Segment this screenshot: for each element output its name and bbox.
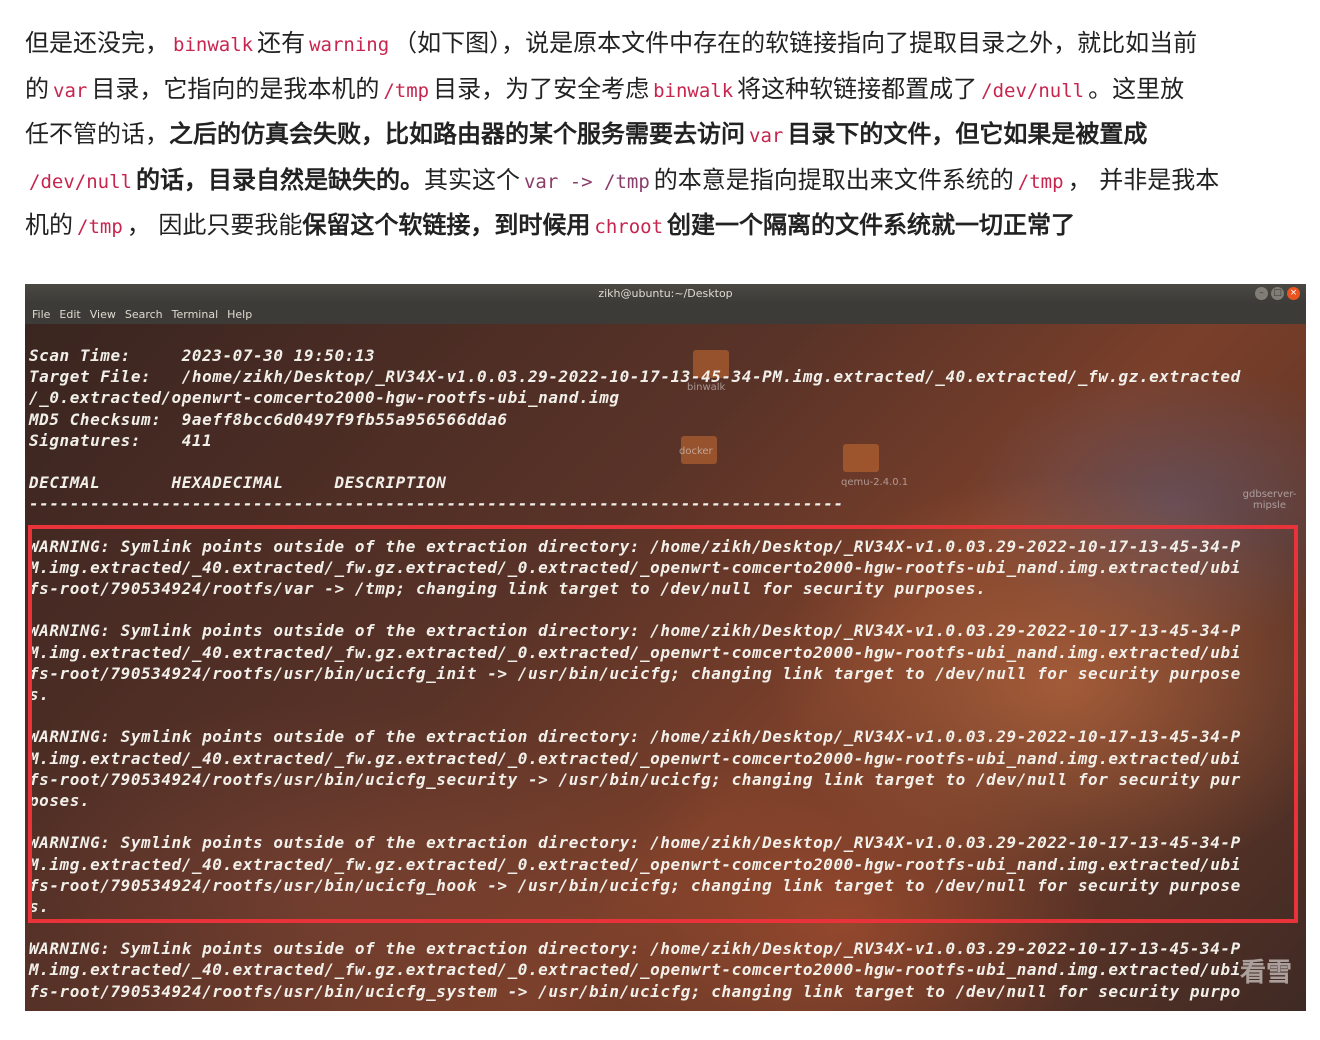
menu-terminal[interactable]: Terminal bbox=[172, 304, 219, 324]
text-run: 的本意是指向提取出来文件系统的 bbox=[653, 165, 1014, 194]
article-line-2: 的 var 目录，它指向的是我本机的/tmp 目录，为了安全考虑 binwalk 将这种软… bbox=[25, 68, 1305, 114]
inline-code: var bbox=[53, 79, 88, 102]
bold-text: 之后的仿真会失败，比如路由器的某个服务需要去访问 bbox=[169, 120, 745, 148]
bold-text: 创建一个隔离的文件系统就一切正常了 bbox=[667, 211, 1076, 239]
text-run: 机的 bbox=[25, 211, 73, 239]
warning-highlight-box bbox=[28, 525, 1298, 923]
inline-code: /dev/null bbox=[981, 79, 1085, 102]
inline-code: /tmp bbox=[383, 79, 430, 102]
inline-code: warning bbox=[309, 34, 390, 56]
close-icon[interactable]: × bbox=[1287, 287, 1300, 300]
text-run: 。这里放 bbox=[1088, 74, 1185, 103]
text-run: （如下图），说是原本文件中存在的软链接指向了提取目录之外，就比如当前 bbox=[393, 29, 1198, 57]
terminal-line: ----------------------------------------… bbox=[29, 494, 844, 514]
terminal-line: WARNING: Symlink points outside of the e… bbox=[29, 939, 1241, 959]
text-run: ， 并非是我本 bbox=[1067, 165, 1220, 194]
menu-view[interactable]: View bbox=[90, 304, 116, 324]
terminal-line: /_0.extracted/openwrt-comcerto2000-hgw-r… bbox=[29, 388, 620, 408]
inline-code: /tmp bbox=[1017, 170, 1064, 193]
article-line-3: 任不管的话，之后的仿真会失败，比如路由器的某个服务需要去访问 var 目录下的文件，… bbox=[25, 113, 1305, 159]
inline-code: chroot bbox=[594, 216, 664, 238]
article-line-5: 机的/tmp， 因此只要我能保留这个软链接，到时候用 chroot 创建一个隔离的文… bbox=[25, 204, 1305, 250]
inline-code: var bbox=[749, 125, 784, 147]
terminal-titlebar[interactable]: zikh@ubuntu:~/Desktop – □ × bbox=[25, 284, 1306, 304]
menu-file[interactable]: File bbox=[32, 304, 50, 324]
article-line-1: 但是还没完， binwalk 还有 warning （如下图），说是原本文件中存在的软链… bbox=[25, 22, 1305, 68]
article-line-4: /dev/null 的话，目录自然是缺失的。其实这个 var -> /tmp 的本意是… bbox=[25, 159, 1305, 205]
watermark: 看雪 bbox=[1239, 958, 1292, 988]
bold-text: 的话，目录自然是缺失的。 bbox=[135, 165, 424, 194]
text-run: 还有 bbox=[257, 29, 306, 57]
text-run: ， 因此只要我能 bbox=[126, 211, 303, 239]
menu-search[interactable]: Search bbox=[125, 304, 163, 324]
text-run: 目录，它指向的是我本机的 bbox=[91, 74, 380, 103]
text-run: 的 bbox=[25, 74, 49, 103]
article-paragraph: 但是还没完， binwalk 还有 warning （如下图），说是原本文件中存在的软链… bbox=[25, 22, 1305, 250]
terminal-line: fs-root/790534924/rootfs/usr/bin/ucicfg_… bbox=[29, 981, 1241, 1001]
minimize-icon[interactable]: – bbox=[1255, 287, 1268, 300]
bold-text: 目录下的文件，但它如果是被置成 bbox=[787, 120, 1148, 148]
text-run: 将这种软链接都置成了 bbox=[737, 74, 978, 103]
inline-code: /dev/null bbox=[29, 170, 132, 193]
menu-edit[interactable]: Edit bbox=[59, 304, 80, 324]
terminal-line: DECIMAL HEXADECIMAL DESCRIPTION bbox=[29, 473, 447, 493]
terminal-line: M.img.extracted/_40.extracted/_fw.gz.ext… bbox=[29, 960, 1241, 980]
terminal-line: Scan Time: 2023-07-30 19:50:13 bbox=[29, 346, 376, 365]
inline-code: binwalk bbox=[173, 34, 254, 56]
terminal-menubar: File Edit View Search Terminal Help bbox=[25, 304, 1306, 324]
terminal-line: Target File: /home/zikh/Desktop/_RV34X-v… bbox=[29, 367, 1241, 387]
maximize-icon[interactable]: □ bbox=[1271, 287, 1284, 300]
terminal-screenshot: binwalk docker qemu-2.4.0.1 gdbserver-mi… bbox=[25, 284, 1306, 1011]
inline-code: var -> /tmp bbox=[523, 170, 650, 193]
terminal-line: Signatures: 411 bbox=[29, 430, 213, 450]
terminal-line: MD5 Checksum: 9aeff8bcc6d0497f9fb55a9565… bbox=[29, 409, 508, 429]
text-run: 但是还没完， bbox=[25, 29, 169, 57]
inline-code: /tmp bbox=[77, 216, 123, 238]
menu-help[interactable]: Help bbox=[227, 304, 252, 324]
inline-code: binwalk bbox=[653, 79, 734, 102]
bold-text: 保留这个软链接，到时候用 bbox=[302, 211, 591, 239]
terminal-title: zikh@ubuntu:~/Desktop bbox=[598, 287, 733, 300]
text-run: 目录，为了安全考虑 bbox=[433, 74, 650, 103]
text-run: 任不管的话， bbox=[25, 120, 169, 148]
text-run: 其实这个 bbox=[423, 165, 520, 194]
